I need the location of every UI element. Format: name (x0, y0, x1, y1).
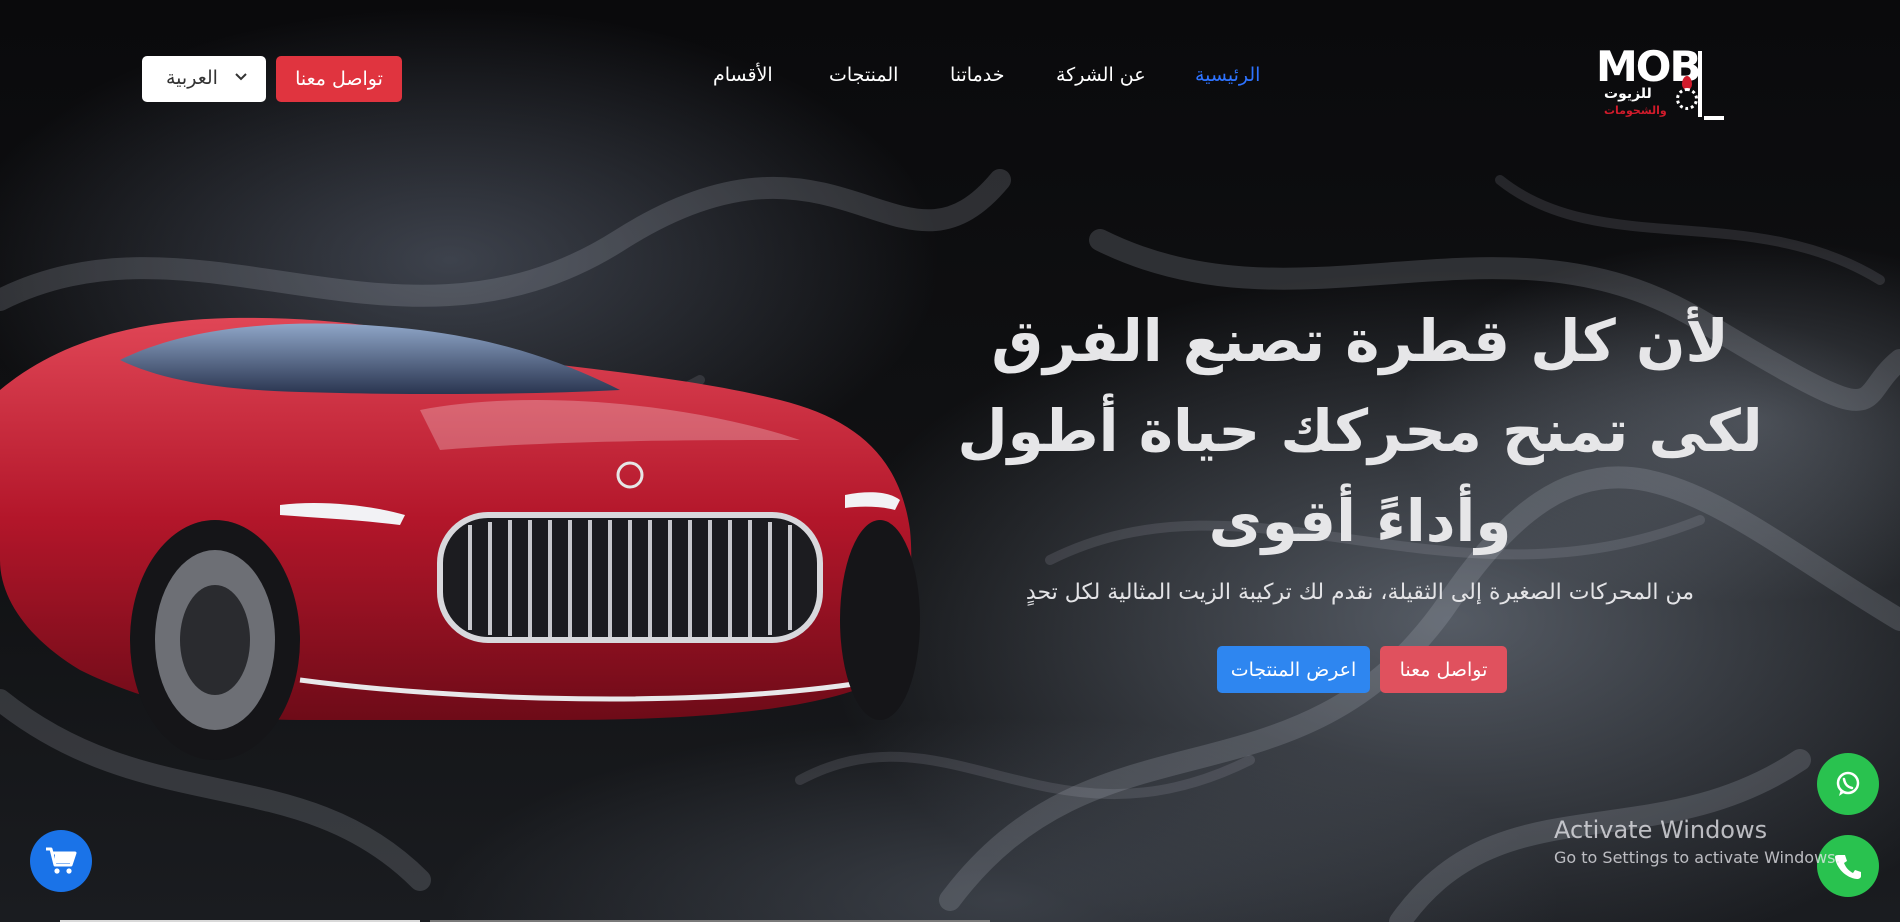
activate-windows-watermark: Activate Windows Go to Settings to activ… (1554, 816, 1841, 867)
view-products-button[interactable]: اعرض المنتجات (1217, 646, 1370, 693)
nav-link-products[interactable]: المنتجات (829, 64, 898, 86)
language-select[interactable]: العربية (142, 56, 266, 102)
cart-icon (46, 847, 77, 874)
language-selected-value: العربية (166, 67, 218, 89)
activate-windows-title: Activate Windows (1554, 816, 1768, 844)
cart-button[interactable] (30, 830, 92, 892)
car-image (0, 317, 920, 760)
nav-link-services[interactable]: خدماتنا (950, 64, 1005, 86)
nav-link-about[interactable]: عن الشركة (1056, 64, 1146, 86)
hero-contact-button[interactable]: تواصل معنا (1380, 646, 1507, 693)
nav-link-home[interactable]: الرئيسية (1195, 64, 1260, 86)
contact-us-button[interactable]: تواصل معنا (276, 56, 402, 102)
navbar: MOB للزيوت والشحومات الرئيسية عن الشركة … (0, 0, 1900, 160)
whatsapp-icon (1836, 771, 1860, 796)
logo-subtitle-greases: والشحومات (1604, 104, 1667, 117)
activate-windows-subtitle: Go to Settings to activate Windows. (1554, 848, 1841, 867)
chevron-down-icon (235, 73, 247, 81)
nav-link-sections[interactable]: الأقسام (713, 64, 773, 86)
logo-bar-horizontal (1704, 116, 1724, 120)
hero-subtitle: من المحركات الصغيرة إلى الثقيلة، نقدم لك… (1025, 580, 1695, 605)
hero-title: لأن كل قطرة تصنع الفرق لكى تمنح محركك حي… (957, 307, 1763, 555)
whatsapp-button[interactable] (1817, 753, 1879, 815)
